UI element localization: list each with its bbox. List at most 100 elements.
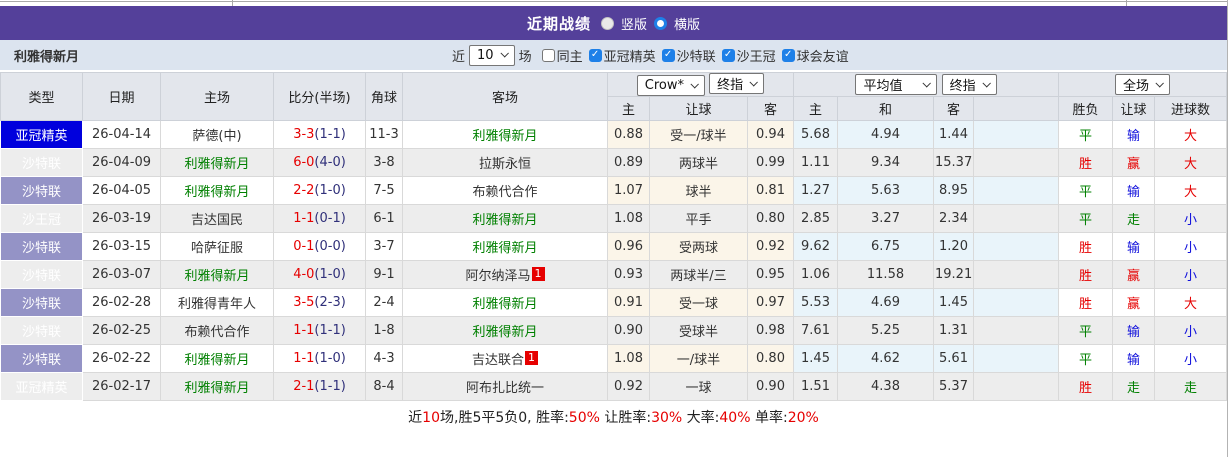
chevron-down-icon: [749, 77, 759, 87]
filter-checkbox-label[interactable]: 亚冠精英: [604, 46, 656, 65]
euro-away-odds: 19.21: [933, 260, 974, 289]
match-date: 26-02-17: [82, 372, 161, 401]
filter-checkbox[interactable]: [541, 48, 555, 62]
asian-handicap-line: 受两球: [649, 232, 748, 261]
asian-home-odds: 0.92: [607, 372, 650, 401]
euro-draw-odds: 4.62: [837, 344, 934, 373]
filter-checkbox[interactable]: ✓: [721, 48, 735, 62]
home-team: 利雅得新月: [160, 260, 274, 289]
euro-draw-odds: 5.63: [837, 176, 934, 205]
match-row: 沙特联 26-04-05 利雅得新月 2-2(1-0) 7-5 布赖代合作 1.07 球半 0.…: [0, 176, 1227, 205]
chevron-down-icon: [922, 78, 932, 88]
league-type-badge: 沙特联: [0, 316, 83, 345]
fulltime-score: 1-1: [293, 323, 315, 338]
chevron-down-icon: [500, 49, 509, 58]
league-type-badge: 亚冠精英: [0, 120, 83, 149]
asian-away-odds: 0.95: [747, 260, 794, 289]
match-score: 4-0(1-0): [273, 260, 366, 289]
home-team: 利雅得新月: [160, 344, 274, 373]
col-header-euro-draw: 和: [837, 96, 934, 121]
euro-source-select-value: 平均值: [863, 79, 903, 94]
col-header-date: 日期: [82, 72, 161, 121]
filter-checkbox[interactable]: ✓: [661, 48, 675, 62]
match-row: 沙王冠 26-03-19 吉达国民 1-1(0-1) 6-1 利雅得新月 1.08 平手 0.8…: [0, 204, 1227, 233]
col-header-euro-away: 客: [933, 96, 974, 121]
match-row: 沙特联 26-03-07 利雅得新月 4-0(1-0) 9-1 阿尔纳泽马 1 0.93 两球半…: [0, 260, 1227, 289]
league-type-badge: 沙特联: [0, 232, 83, 261]
result-goals: 大: [1154, 148, 1227, 177]
asian-handicap-line: 两球半/三: [649, 260, 748, 289]
asian-away-odds: 0.98: [747, 316, 794, 345]
asian-handicap-line: 平手: [649, 204, 748, 233]
filter-checkbox[interactable]: ✓: [588, 48, 602, 62]
filter-checkbox-label[interactable]: 沙王冠: [737, 46, 776, 65]
league-type-badge: 沙特联: [0, 260, 83, 289]
corner-score: 8-4: [365, 372, 403, 401]
col-header-asian-away: 客: [747, 96, 794, 121]
col-header-result-goals: 进球数: [1154, 96, 1227, 121]
home-team: 利雅得青年人: [160, 288, 274, 317]
euro-home-odds: 1.27: [793, 176, 838, 205]
team-name: 利雅得新月: [14, 49, 80, 65]
top-remnant-strip: [0, 0, 1227, 6]
asian-stage-select[interactable]: 终指: [709, 73, 765, 94]
halftime-score: (1-1): [314, 127, 346, 142]
euro-away-odds: 15.37: [933, 148, 974, 177]
euro-home-odds: 9.62: [793, 232, 838, 261]
col-header-type: 类型: [0, 72, 83, 121]
away-team: 布赖代合作: [402, 176, 608, 205]
recent-matches-table: 类型 日期 主场 比分(半场) 角球 客场 Crow* 终指 平均值 终指 全场…: [0, 72, 1227, 401]
result-outcome: 胜: [1058, 148, 1114, 177]
asian-handicap-line: 受球半: [649, 316, 748, 345]
filter-bar: 利雅得新月 近 10 场 同主 ✓ 亚冠精英 ✓ 沙特联 ✓ 沙王冠 ✓ 球会友谊: [0, 40, 1227, 70]
vertical-layout-label[interactable]: 竖版: [621, 14, 647, 33]
col-header-away: 客场: [402, 72, 608, 121]
filter-checkbox-label[interactable]: 沙特联: [677, 46, 716, 65]
horizontal-layout-label[interactable]: 横版: [674, 14, 700, 33]
corner-score: 6-1: [365, 204, 403, 233]
euro-draw-odds: 9.34: [837, 148, 934, 177]
chevron-down-icon: [1155, 78, 1164, 88]
asian-home-odds: 1.07: [607, 176, 650, 205]
scope-select[interactable]: 全场: [1115, 74, 1171, 95]
match-row: 沙特联 26-02-28 利雅得青年人 3-5(2-3) 2-4 利雅得新月 0.91 受一球…: [0, 288, 1227, 317]
fulltime-score: 2-1: [293, 379, 315, 394]
filter-checkbox-label[interactable]: 同主: [557, 46, 583, 65]
euro-away-odds: 1.20: [933, 232, 974, 261]
asian-away-odds: 0.94: [747, 120, 794, 149]
euro-source-select[interactable]: 平均值: [855, 74, 938, 95]
spacer-cell: [972, 288, 1060, 317]
asian-away-odds: 0.90: [747, 372, 794, 401]
euro-draw-odds: 3.27: [837, 204, 934, 233]
result-group-header: 全场: [1058, 72, 1227, 97]
euro-draw-odds: 4.69: [837, 288, 934, 317]
match-row: 沙特联 26-03-15 哈萨征服 0-1(0-0) 3-7 利雅得新月 0.96 受两球 0.…: [0, 232, 1227, 261]
euro-away-odds: 8.95: [933, 176, 974, 205]
result-handicap: 走: [1112, 204, 1156, 233]
filter-checkboxes: 同主 ✓ 亚冠精英 ✓ 沙特联 ✓ 沙王冠 ✓ 球会友谊: [536, 46, 849, 65]
home-team: 吉达国民: [160, 204, 274, 233]
spacer-cell: [972, 372, 1060, 401]
top-tick-left: [232, 0, 233, 6]
result-outcome: 胜: [1058, 288, 1114, 317]
away-team: 利雅得新月: [402, 288, 608, 317]
horizontal-layout-radio[interactable]: [654, 16, 667, 30]
filter-checkbox[interactable]: ✓: [781, 48, 795, 62]
match-row: 沙特联 26-02-22 利雅得新月 1-1(1-0) 4-3 吉达联合 1 1.08 一/球半…: [0, 344, 1227, 373]
bookmaker-select[interactable]: Crow*: [636, 75, 706, 96]
asian-home-odds: 0.91: [607, 288, 650, 317]
result-goals: 大: [1154, 288, 1227, 317]
filter-checkbox-label[interactable]: 球会友谊: [797, 46, 849, 65]
vertical-layout-radio[interactable]: [600, 16, 614, 30]
result-outcome: 胜: [1058, 372, 1114, 401]
col-header-corner: 角球: [365, 72, 403, 121]
col-header-euro-home: 主: [793, 96, 838, 121]
halftime-score: (1-0): [314, 351, 346, 366]
match-count-select[interactable]: 10: [469, 44, 515, 66]
result-handicap: 输: [1112, 120, 1156, 149]
title-bar: 近期战绩 竖版 横版: [0, 6, 1227, 40]
euro-stage-select[interactable]: 终指: [941, 74, 997, 95]
match-score: 3-3(1-1): [273, 120, 366, 149]
result-goals: 大: [1154, 120, 1227, 149]
match-row: 沙特联 26-02-25 布赖代合作 1-1(1-1) 1-8 利雅得新月 0.90 受球半 0…: [0, 316, 1227, 345]
